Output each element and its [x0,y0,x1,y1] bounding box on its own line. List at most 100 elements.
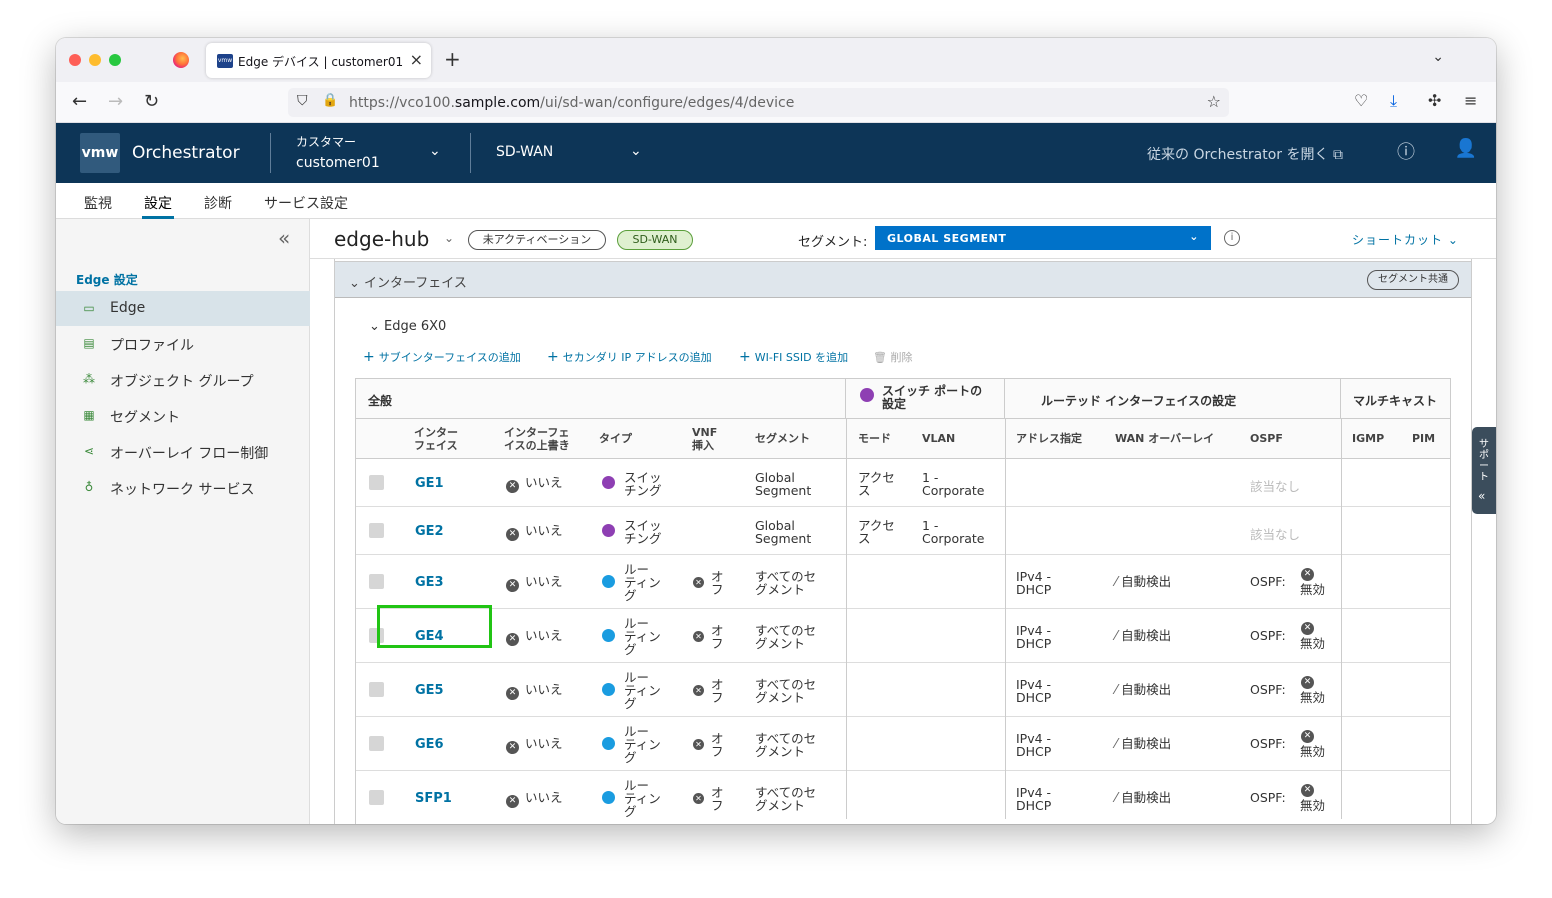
chevron-down-icon[interactable]: ⌄ [429,143,441,159]
interface-link[interactable]: GE5 [415,683,444,698]
sidebar-item-label: オーバーレイ フロー制御 [110,446,269,462]
help-icon[interactable]: ⓘ [1394,138,1418,163]
interface-link[interactable]: SFP1 [415,791,452,806]
row-checkbox[interactable] [369,574,384,589]
add-subinterface-button[interactable]: + サブインターフェイスの追加 [363,349,521,365]
scroll-area[interactable]: ⌄ インターフェイス セグメント共通 ⌄ Edge 6X0 + サブインターフェイ… [310,259,1496,824]
customer-label: カスタマー [296,135,357,149]
sidebar-item-object-groups[interactable]: ⁂ オブジェクト グループ [56,362,310,397]
zoom-window-button[interactable] [109,54,121,66]
group-switch-port: スイッチ ポートの設定 [846,379,1005,419]
table-row[interactable]: GE2 ✕ いいえ スイッ チング Global Segment アクセ ス 1 - Cor… [356,507,1450,555]
product-selector[interactable]: SD-WAN [496,144,553,160]
tracking-shield-icon[interactable]: ⛉ [297,93,308,109]
list-all-tabs-icon[interactable]: ⌄ [1432,49,1444,65]
sidebar-item-label: オブジェクト グループ [110,374,254,390]
lock-icon[interactable]: 🔒 [322,93,338,108]
x-circle-icon: ✕ [1301,622,1314,635]
sidebar-item-network-services[interactable]: ♁ ネットワーク サービス [56,470,310,505]
url-text[interactable]: https://vco100.sample.com/ui/sd-wan/conf… [349,95,794,111]
row-checkbox[interactable] [369,736,384,751]
menu-icon[interactable]: ≡ [1464,91,1477,110]
type-cell: ルー ティン グ [624,616,661,657]
open-legacy-orchestrator-link[interactable]: 従来の Orchestrator を開く ⧉ [1147,144,1343,164]
routing-icon [602,791,615,804]
new-tab-button[interactable]: + [444,47,461,71]
table-column-header: インター フェイス インターフェ イスの上書き タイプ VNF 挿入 セグメント… [356,419,1450,459]
delete-button[interactable]: 🗑 削除 [873,349,912,365]
address-bar[interactable]: ⛉ 🔒 https://vco100.sample.com/ui/sd-wan/… [288,88,1229,117]
edge-switcher-chevron-icon[interactable]: ⌄ [444,231,454,245]
pocket-icon[interactable]: ♡ [1354,91,1368,110]
tab-diagnostics[interactable]: 診断 [204,193,232,213]
interface-link[interactable]: GE6 [415,737,444,752]
tab-service-settings[interactable]: サービス設定 [264,193,348,213]
row-checkbox[interactable] [369,682,384,697]
add-wifi-ssid-button[interactable]: + WI-FI SSID を追加 [739,349,848,365]
interface-link[interactable]: GE2 [415,524,444,539]
table-row[interactable]: GE3 ✕ いいえ ルー ティン グ ✕ オ フ すべてのセ グメント IPv4 - DHCP… [356,555,1450,609]
activation-status-badge: 未アクティベーション [468,230,606,250]
tab-monitor[interactable]: 監視 [84,193,112,213]
col-vlan[interactable]: VLAN [922,432,955,445]
interface-link[interactable]: GE1 [415,476,444,491]
downloads-icon[interactable]: ⤓ [1390,91,1397,111]
header-divider [470,133,471,173]
forward-icon[interactable]: → [108,91,123,112]
collapse-sidebar-icon[interactable]: « [278,226,290,250]
table-row[interactable]: GE6 ✕ いいえ ルー ティン グ ✕ オ フ すべてのセ グメント IPv4 - DHCP… [356,717,1450,771]
col-pim[interactable]: PIM [1412,432,1435,445]
ospf-label: OSPF: [1250,736,1286,751]
col-interface[interactable]: インター フェイス [414,426,484,452]
section-header[interactable]: ⌄ インターフェイス セグメント共通 [335,261,1471,298]
col-type[interactable]: タイプ [599,432,632,445]
shortcut-menu[interactable]: ショートカット ⌄ [1352,231,1459,248]
bookmark-star-icon[interactable]: ☆ [1207,92,1221,111]
table-row[interactable]: GE4 ✕ いいえ ルー ティン グ ✕ オ フすべてのセ グメント IPv4 - DHCP… [356,609,1450,663]
row-checkbox[interactable] [369,475,384,490]
col-wan-overlay[interactable]: WAN オーバーレイ [1115,432,1214,445]
add-secondary-ip-button[interactable]: + セカンダリ IP アドレスの追加 [547,349,712,365]
support-side-tab[interactable]: サポート « [1472,427,1496,514]
sidebar-item-edge[interactable]: ▭ Edge [56,291,310,326]
wan-overlay-cell: ⁄ 自動検出 [1115,574,1172,590]
reload-icon[interactable]: ↻ [144,91,159,112]
override-cell: ✕ いいえ [506,683,563,700]
tab-configure[interactable]: 設定 [144,193,172,213]
addressing-cell: IPv4 - DHCP [1016,569,1052,597]
table-row[interactable]: GE5 ✕ いいえ ルー ティン グ ✕ オ フ すべてのセ グメント IPv4 - DHCP… [356,663,1450,717]
segment-select[interactable]: GLOBAL SEGMENT ⌄ [875,226,1211,250]
col-override[interactable]: インターフェ イスの上書き [504,426,584,452]
device-model-toggle[interactable]: ⌄ Edge 6X0 [369,319,446,334]
sidebar-item-overlay-flow-control[interactable]: ⋖ オーバーレイ フロー制御 [56,434,310,469]
col-mode[interactable]: モード [858,432,891,445]
customer-selector[interactable]: customer01 [296,155,380,171]
extensions-icon[interactable]: ✣ [1428,91,1441,110]
table-row[interactable]: SFP1 ✕ いいえ ルー ティン グ ✕ オ フ すべてのセ グメント IPv4 - DHC… [356,771,1450,824]
col-segment[interactable]: セグメント [755,432,810,445]
vnf-cell: オ フ [711,731,724,759]
col-igmp[interactable]: IGMP [1352,432,1384,445]
row-checkbox[interactable] [369,523,384,538]
sidebar-item-profile[interactable]: ▤ プロファイル [56,326,310,361]
close-window-button[interactable] [69,54,81,66]
row-checkbox[interactable] [369,790,384,805]
chevron-down-icon[interactable]: ⌄ [630,143,642,159]
info-icon[interactable]: i [1224,230,1240,246]
overlay-flow-icon: ⋖ [83,444,95,458]
user-icon[interactable]: 👤 [1454,138,1478,162]
interface-link[interactable]: GE3 [415,575,444,590]
back-icon[interactable]: ← [72,91,87,112]
col-ospf[interactable]: OSPF [1250,432,1283,445]
minimize-window-button[interactable] [89,54,101,66]
col-vnf[interactable]: VNF 挿入 [692,426,717,452]
close-tab-icon[interactable]: × [410,50,423,69]
sidebar-item-segments[interactable]: ▦ セグメント [56,398,310,433]
browser-tab-active[interactable]: vmw Edge デバイス | customer01 | VMware × [206,43,431,78]
main-content: edge-hub ⌄ 未アクティベーション SD-WAN セグメント: GLOB… [310,219,1496,824]
vnf-cell: オ フ [711,785,724,813]
table-row[interactable]: GE1 ✕ いいえ スイッ チング Global Segment アクセ ス 1 - Cor… [356,459,1450,507]
wan-overlay-cell: ⁄ 自動検出 [1115,682,1172,698]
vmware-logo[interactable]: vmw [80,133,120,173]
col-addressing[interactable]: アドレス指定 [1016,432,1082,445]
